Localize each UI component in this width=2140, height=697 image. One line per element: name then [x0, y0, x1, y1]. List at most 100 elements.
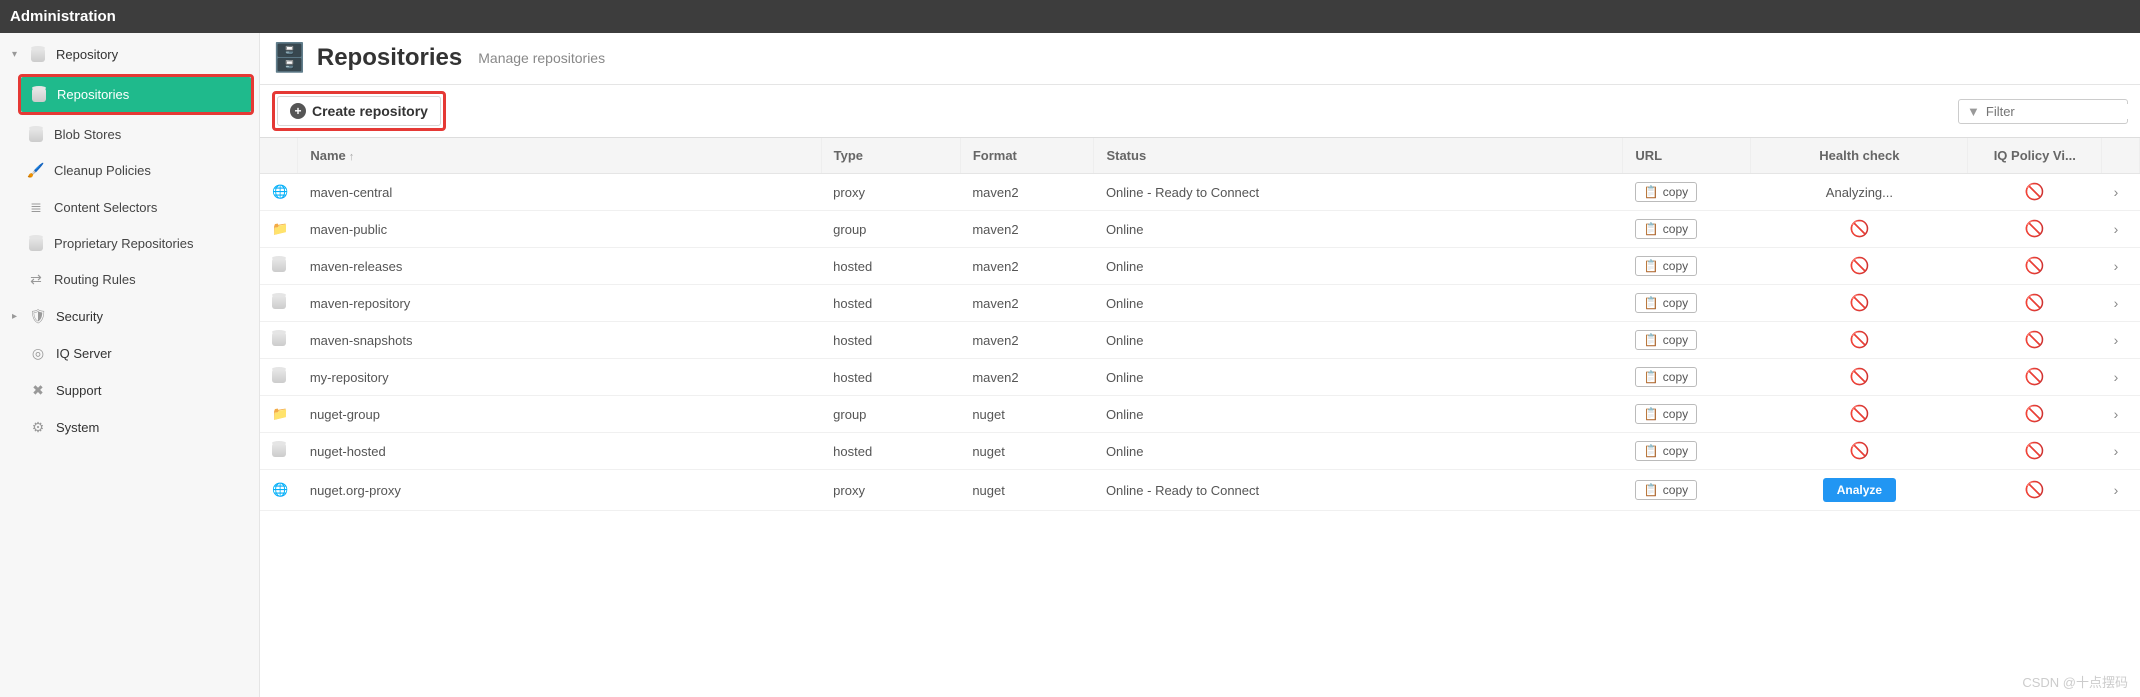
- table-row[interactable]: 🌐nuget.org-proxyproxynugetOnline - Ready…: [260, 470, 2140, 511]
- chevron-right-icon: ›: [2114, 221, 2119, 237]
- copy-url-button[interactable]: 📋copy: [1635, 330, 1697, 350]
- db-icon: [28, 237, 44, 251]
- copy-url-button[interactable]: 📋copy: [1635, 367, 1697, 387]
- sidebar-item-routing-rules[interactable]: ⇄ Routing Rules: [0, 261, 259, 298]
- cell-health: Analyze: [1751, 470, 1968, 511]
- clipboard-icon: 📋: [1644, 370, 1659, 384]
- filter-input[interactable]: [1986, 104, 2140, 119]
- row-type-icon: [260, 322, 298, 359]
- no-entry-icon: 🚫: [1849, 332, 1869, 349]
- cell-health: 🚫: [1751, 359, 1968, 396]
- cell-name: my-repository: [298, 359, 821, 396]
- copy-url-button[interactable]: 📋copy: [1635, 256, 1697, 276]
- cell-type: hosted: [821, 248, 960, 285]
- table-row[interactable]: maven-releaseshostedmaven2Online📋copy🚫🚫›: [260, 248, 2140, 285]
- copy-url-button[interactable]: 📋copy: [1635, 293, 1697, 313]
- filter-box[interactable]: ▼: [1958, 99, 2128, 124]
- caret-icon: ▾: [12, 49, 20, 60]
- copy-url-button[interactable]: 📋copy: [1635, 480, 1697, 500]
- db-icon: [31, 88, 47, 102]
- row-type-icon: [260, 359, 298, 396]
- create-repository-button[interactable]: + Create repository: [277, 96, 441, 126]
- cell-status: Online: [1094, 433, 1623, 470]
- cell-format: maven2: [960, 359, 1094, 396]
- column-format[interactable]: Format: [960, 138, 1094, 174]
- sort-ascending-icon: ↑: [349, 151, 355, 163]
- sidebar-item-repository[interactable]: ▾Repository: [0, 37, 259, 72]
- cell-type: hosted: [821, 285, 960, 322]
- analyze-button[interactable]: Analyze: [1823, 478, 1896, 502]
- db-icon: [28, 128, 44, 142]
- table-row[interactable]: nuget-hostedhostednugetOnline📋copy🚫🚫›: [260, 433, 2140, 470]
- column-expand: [2102, 138, 2140, 174]
- no-entry-icon: 🚫: [1849, 369, 1869, 386]
- cell-expand[interactable]: ›: [2102, 359, 2140, 396]
- cell-expand[interactable]: ›: [2102, 433, 2140, 470]
- column-url[interactable]: URL: [1623, 138, 1751, 174]
- no-entry-icon: 🚫: [2025, 184, 2045, 201]
- column-iq[interactable]: IQ Policy Vi...: [1968, 138, 2102, 174]
- no-entry-icon: 🚫: [2025, 332, 2045, 349]
- table-row[interactable]: 🌐maven-centralproxymaven2Online - Ready …: [260, 174, 2140, 211]
- table-body: 🌐maven-centralproxymaven2Online - Ready …: [260, 174, 2140, 511]
- copy-url-button[interactable]: 📋copy: [1635, 219, 1697, 239]
- filter-icon: ▼: [1967, 104, 1980, 119]
- table-row[interactable]: maven-repositoryhostedmaven2Online📋copy🚫…: [260, 285, 2140, 322]
- sidebar-highlight: Repositories: [18, 74, 254, 115]
- no-entry-icon: 🚫: [2025, 406, 2045, 423]
- shield-icon: 🛡: [30, 308, 46, 325]
- cell-name: maven-snapshots: [298, 322, 821, 359]
- cell-name: maven-repository: [298, 285, 821, 322]
- sidebar-item-repositories[interactable]: Repositories: [21, 77, 251, 112]
- row-type-icon: 📁: [260, 396, 298, 433]
- table-row[interactable]: 📁nuget-groupgroupnugetOnline📋copy🚫🚫›: [260, 396, 2140, 433]
- sidebar-item-label: Routing Rules: [54, 272, 136, 287]
- cell-status: Online: [1094, 396, 1623, 433]
- cell-expand[interactable]: ›: [2102, 285, 2140, 322]
- copy-url-button[interactable]: 📋copy: [1635, 182, 1697, 202]
- create-button-label: Create repository: [312, 103, 428, 119]
- copy-url-button[interactable]: 📋copy: [1635, 441, 1697, 461]
- cell-iq: 🚫: [1968, 433, 2102, 470]
- cell-format: nuget: [960, 433, 1094, 470]
- table-row[interactable]: my-repositoryhostedmaven2Online📋copy🚫🚫›: [260, 359, 2140, 396]
- no-entry-icon: 🚫: [2025, 443, 2045, 460]
- table-row[interactable]: 📁maven-publicgroupmaven2Online📋copy🚫🚫›: [260, 211, 2140, 248]
- cell-expand[interactable]: ›: [2102, 211, 2140, 248]
- cell-url: 📋copy: [1623, 174, 1751, 211]
- sidebar-item-blob-stores[interactable]: Blob Stores: [0, 117, 259, 152]
- layers-icon: ≣: [28, 199, 44, 216]
- column-type[interactable]: Type: [821, 138, 960, 174]
- cell-name: nuget-hosted: [298, 433, 821, 470]
- db-icon: [30, 48, 46, 62]
- clipboard-icon: 📋: [1644, 483, 1659, 497]
- sidebar-item-content-selectors[interactable]: ≣ Content Selectors: [0, 189, 259, 226]
- column-name[interactable]: Name↑: [298, 138, 821, 174]
- toolbar: + Create repository ▼: [260, 85, 2140, 138]
- cell-expand[interactable]: ›: [2102, 248, 2140, 285]
- sidebar-item-system[interactable]: ⚙System: [0, 409, 259, 446]
- column-health[interactable]: Health check: [1751, 138, 1968, 174]
- cell-expand[interactable]: ›: [2102, 322, 2140, 359]
- cell-expand[interactable]: ›: [2102, 470, 2140, 511]
- copy-url-button[interactable]: 📋copy: [1635, 404, 1697, 424]
- cell-expand[interactable]: ›: [2102, 174, 2140, 211]
- rules-icon: ⇄: [28, 271, 44, 288]
- no-entry-icon: 🚫: [1849, 221, 1869, 238]
- sidebar-item-iq-server[interactable]: ◎IQ Server: [0, 335, 259, 372]
- sidebar-item-cleanup-policies[interactable]: 🖌️Cleanup Policies: [0, 152, 259, 189]
- cell-expand[interactable]: ›: [2102, 396, 2140, 433]
- iq-icon: ◎: [30, 345, 46, 362]
- cell-name: nuget-group: [298, 396, 821, 433]
- cell-name: maven-public: [298, 211, 821, 248]
- sidebar-item-support[interactable]: ✖Support: [0, 372, 259, 409]
- sidebar-item-security[interactable]: ▸🛡Security: [0, 298, 259, 335]
- table-row[interactable]: maven-snapshotshostedmaven2Online📋copy🚫🚫…: [260, 322, 2140, 359]
- chevron-right-icon: ›: [2114, 369, 2119, 385]
- no-entry-icon: 🚫: [1849, 258, 1869, 275]
- column-status[interactable]: Status: [1094, 138, 1623, 174]
- sidebar-item-proprietary-repositories[interactable]: Proprietary Repositories: [0, 226, 259, 261]
- cell-status: Online: [1094, 285, 1623, 322]
- sidebar-item-label: Content Selectors: [54, 200, 157, 215]
- watermark: CSDN @十点摆码: [2022, 672, 2128, 691]
